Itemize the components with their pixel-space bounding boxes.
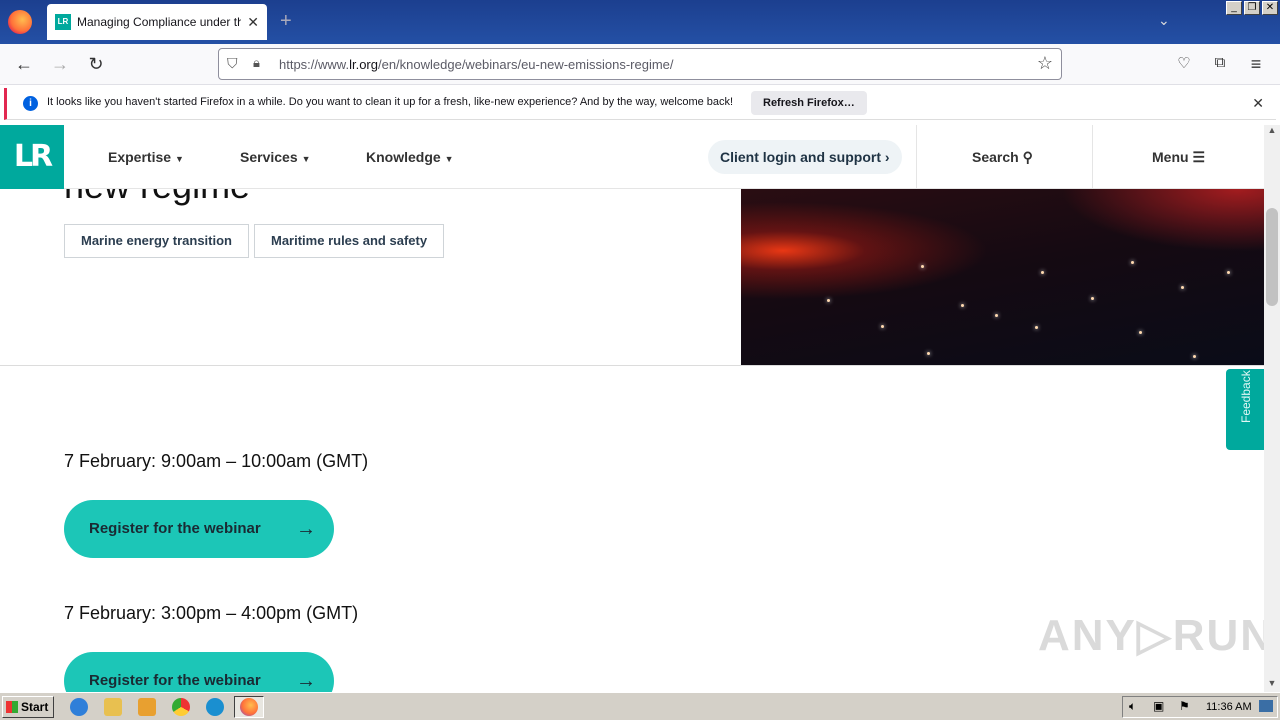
action-center-flag-icon[interactable]: ⚑ — [1179, 699, 1190, 713]
section-divider — [0, 365, 1264, 366]
nav-services[interactable]: Services ▼ — [240, 149, 311, 165]
browser-tab-bar: LR Managing Compliance under the EU ✕ + … — [0, 0, 1280, 44]
web-page: LR Expertise ▼ Services ▼ Knowledge ▼ Clien… — [0, 125, 1264, 692]
edge-icon[interactable] — [206, 698, 224, 716]
chevron-down-icon: ▼ — [301, 154, 311, 164]
firefox-icon — [240, 698, 258, 716]
feedback-tab[interactable]: Feedback — [1226, 369, 1264, 450]
search-button[interactable]: Search ⚲ — [972, 149, 1033, 166]
chevron-down-icon: ▼ — [175, 154, 184, 164]
register-webinar-button[interactable]: Register for the webinar → — [64, 500, 334, 558]
tab-title: Managing Compliance under the EU — [77, 15, 242, 29]
taskbar-clock: 11:36 AM — [1206, 701, 1252, 713]
url-path: /en/knowledge/webinars/eu-new-emissions-… — [377, 57, 674, 72]
bookmark-star-icon[interactable]: ☆ — [1037, 53, 1053, 74]
show-desktop-icon[interactable] — [1259, 700, 1273, 712]
menu-lines-icon: ☰ — [1192, 149, 1206, 165]
refresh-firefox-button[interactable]: Refresh Firefox… — [751, 91, 867, 115]
url-domain: lr.org — [349, 57, 378, 72]
start-button[interactable]: Start — [2, 696, 54, 718]
file-explorer-icon[interactable] — [104, 698, 122, 716]
nav-knowledge[interactable]: Knowledge ▼ — [366, 149, 454, 165]
search-icon: ⚲ — [1022, 149, 1033, 165]
nav-expertise-label: Expertise — [108, 149, 172, 165]
taskbar-firefox-active[interactable] — [234, 696, 264, 718]
info-icon: i — [23, 96, 38, 111]
header-divider — [916, 125, 917, 189]
arrow-right-icon: → — [296, 670, 316, 692]
pocket-icon[interactable]: ♡ — [1173, 54, 1195, 72]
network-icon[interactable]: ▣ — [1153, 699, 1164, 713]
back-arrow-icon[interactable]: ← — [13, 54, 35, 75]
client-login-button[interactable]: Client login and support › — [708, 140, 902, 174]
media-player-icon[interactable] — [138, 698, 156, 716]
tracking-protection-shield-icon[interactable]: ⛉ — [227, 55, 238, 72]
windows-taskbar: Start 🔈︎ ▣ ⚑ 11:36 AM — [0, 692, 1280, 720]
hero-image — [741, 189, 1264, 365]
close-window-button[interactable]: ✕ — [1262, 1, 1278, 15]
active-tab[interactable]: LR Managing Compliance under the EU ✕ — [47, 4, 267, 40]
search-label: Search — [972, 149, 1019, 165]
tab-favicon-icon: LR — [55, 14, 71, 30]
list-all-tabs-icon[interactable]: ⌄ — [1158, 12, 1170, 29]
firefox-logo-icon[interactable] — [8, 10, 32, 34]
minimize-button[interactable]: _ — [1226, 1, 1242, 15]
extensions-icon[interactable]: ⧉ — [1209, 54, 1231, 71]
event-time: 7 February: 9:00am – 10:00am (GMT) — [64, 451, 369, 471]
menu-button[interactable]: Menu ☰ — [1152, 149, 1205, 166]
lock-icon[interactable]: 🔒︎ — [253, 55, 260, 71]
forward-arrow-icon[interactable]: → — [49, 54, 71, 75]
nav-services-label: Services — [240, 149, 298, 165]
menu-label: Menu — [1152, 149, 1189, 165]
chrome-icon[interactable] — [172, 698, 190, 716]
register-button-label: Register for the webinar — [89, 520, 261, 537]
nav-expertise[interactable]: Expertise ▼ — [108, 149, 184, 165]
hamburger-menu-icon[interactable]: ≡ — [1245, 54, 1267, 75]
feedback-label: Feedback — [1239, 370, 1253, 423]
system-tray: 🔈︎ ▣ ⚑ — [1122, 696, 1278, 718]
site-header: LR Expertise ▼ Services ▼ Knowledge ▼ Clien… — [0, 125, 1264, 189]
header-divider — [1092, 125, 1093, 189]
new-tab-icon[interactable]: + — [280, 10, 292, 33]
tab-close-icon[interactable]: ✕ — [247, 14, 259, 31]
close-notification-icon[interactable]: ✕ — [1252, 95, 1264, 112]
window-controls: _ ❐ ✕ — [1226, 1, 1278, 15]
reload-icon[interactable]: ↻ — [85, 54, 107, 75]
refresh-firefox-notification: i It looks like you haven't started Fire… — [4, 88, 1276, 120]
register-button-label: Register for the webinar — [89, 672, 261, 689]
navigation-toolbar: ← → ↻ ⛉ 🔒︎ https://www.lr.org/en/knowled… — [0, 44, 1280, 85]
client-login-label: Client login and support — [720, 149, 881, 165]
scroll-down-arrow-icon[interactable]: ▼ — [1264, 678, 1280, 692]
chevron-down-icon: ▼ — [444, 154, 454, 164]
tag-marine-energy-transition[interactable]: Marine energy transition — [64, 224, 249, 258]
notification-text: It looks like you haven't started Firefo… — [47, 96, 734, 108]
arrow-right-icon: → — [296, 518, 316, 540]
lr-logo[interactable]: LR — [0, 125, 64, 189]
event-time: 7 February: 3:00pm – 4:00pm (GMT) — [64, 603, 359, 623]
register-webinar-button[interactable]: Register for the webinar → — [64, 652, 334, 692]
windows-logo-icon — [6, 701, 18, 713]
address-bar[interactable]: ⛉ 🔒︎ https://www.lr.org/en/knowledge/web… — [218, 48, 1062, 80]
nav-knowledge-label: Knowledge — [366, 149, 441, 165]
url-text[interactable]: https://www.lr.org/en/knowledge/webinars… — [279, 57, 674, 72]
tag-maritime-rules-and-safety[interactable]: Maritime rules and safety — [254, 224, 445, 258]
restore-button[interactable]: ❐ — [1244, 1, 1260, 15]
internet-explorer-icon[interactable] — [70, 698, 88, 716]
anyrun-watermark: ANY▷RUN — [1038, 611, 1264, 660]
volume-icon[interactable]: 🔈︎ — [1129, 699, 1136, 714]
url-prefix: https://www. — [279, 57, 350, 72]
scrollbar-thumb[interactable] — [1266, 208, 1278, 306]
start-label: Start — [21, 700, 49, 714]
scroll-up-arrow-icon[interactable]: ▲ — [1264, 125, 1280, 139]
chevron-right-icon: › — [884, 149, 890, 165]
